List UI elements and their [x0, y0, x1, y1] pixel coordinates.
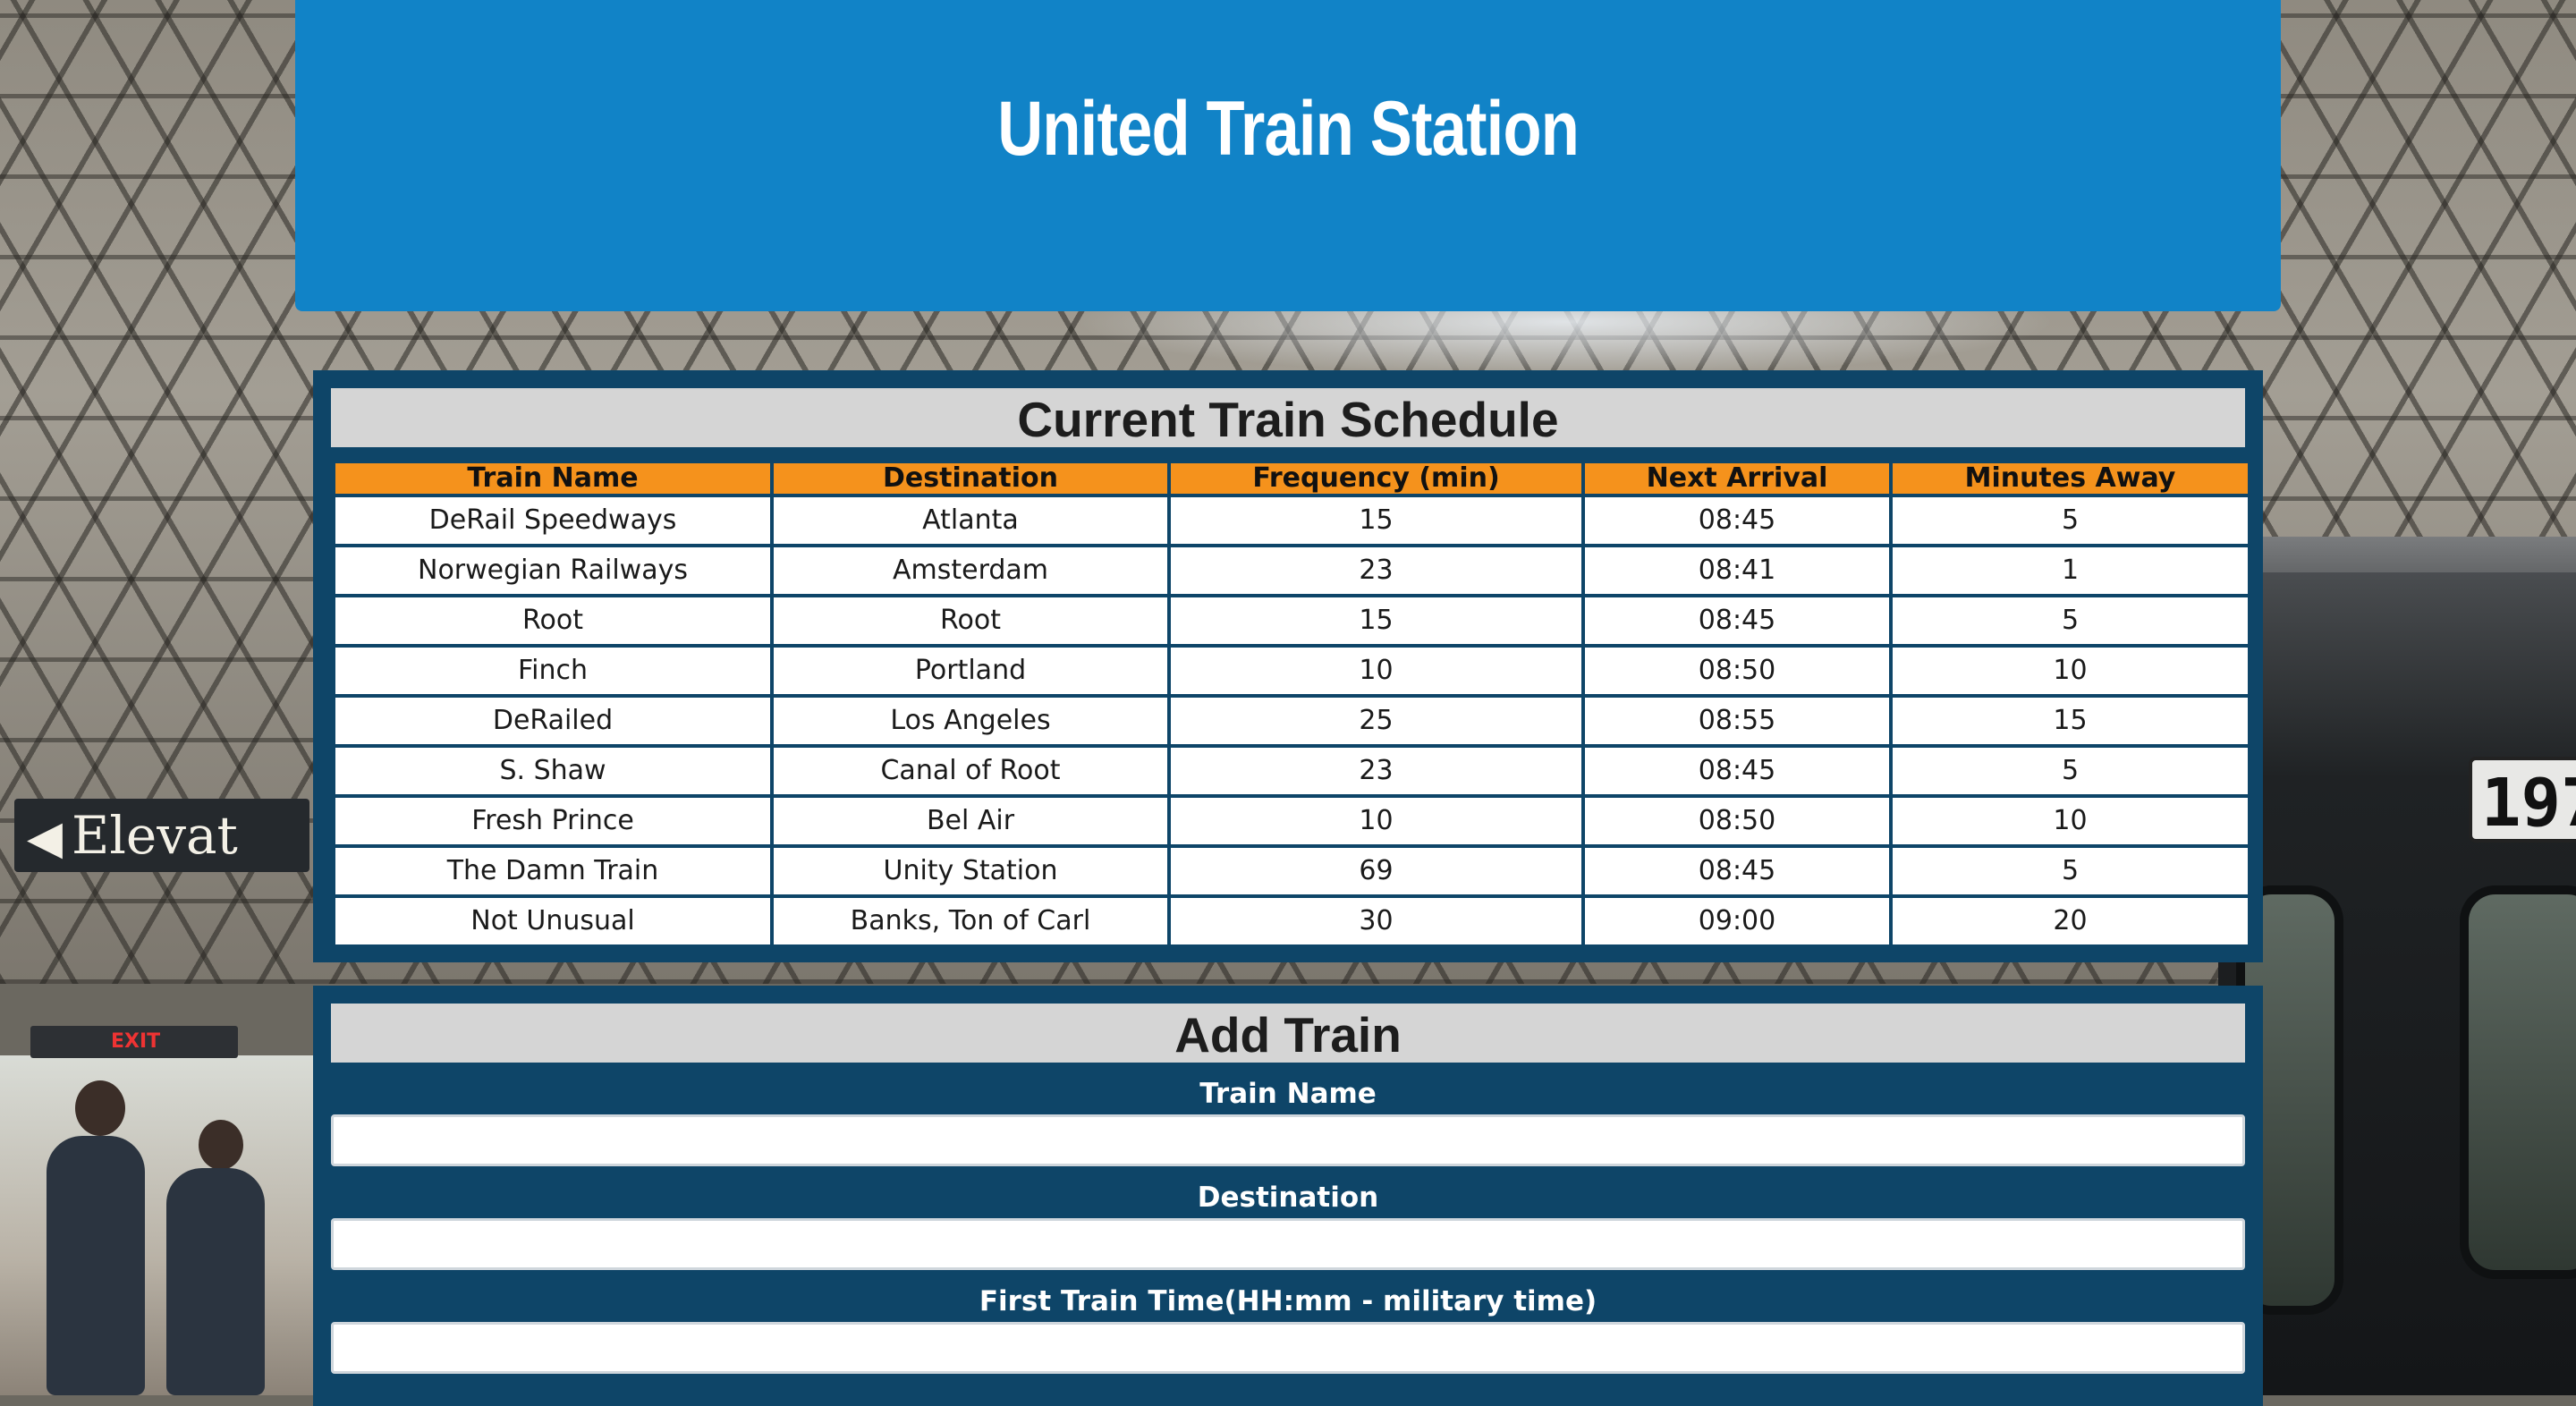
schedule-panel: Current Train Schedule Train Name Destin…: [313, 370, 2263, 962]
header-jumbotron: United Train Station: [295, 0, 2281, 311]
add-train-panel: Add Train Train Name Destination First T…: [313, 986, 2263, 1406]
next-arrival-cell: 08:45: [1581, 594, 1893, 648]
train-number-plate: 197: [2469, 757, 2576, 843]
destination-cell: Unity Station: [770, 844, 1171, 898]
page-title: United Train Station: [997, 85, 1579, 172]
minutes-away-cell: 5: [1889, 494, 2248, 547]
minutes-away-cell: 1: [1889, 544, 2248, 597]
elevator-sign: ◀ Elevat: [14, 799, 309, 872]
train-name-input[interactable]: [331, 1114, 2245, 1166]
column-header: Train Name: [335, 463, 774, 495]
first-train-time-input[interactable]: [331, 1322, 2245, 1374]
form-spacer: [331, 1270, 2245, 1281]
destination-cell: Root: [770, 594, 1171, 648]
column-header: Destination: [770, 463, 1171, 495]
next-arrival-cell: 08:50: [1581, 794, 1893, 848]
minutes-away-cell: 10: [1889, 794, 2248, 848]
frequency-cell: 23: [1167, 744, 1585, 798]
person-silhouette: [47, 1136, 145, 1395]
schedule-heading: Current Train Schedule: [331, 388, 2245, 447]
person-head: [199, 1120, 243, 1170]
table-row: Not Unusual Banks, Ton of Carl 30 09:00 …: [335, 894, 2248, 948]
exit-sign: EXIT: [30, 1026, 238, 1058]
frequency-cell: 15: [1167, 594, 1585, 648]
train-name-cell: Finch: [335, 644, 774, 698]
table-row: DeRailed Los Angeles 25 08:55 15: [335, 694, 2248, 748]
form-spacer: [331, 1166, 2245, 1177]
train-side-window: [2460, 885, 2576, 1279]
first-train-time-label: First Train Time(HH:mm - military time): [979, 1285, 1597, 1317]
destination-input[interactable]: [331, 1218, 2245, 1270]
table-row: The Damn Train Unity Station 69 08:45 5: [335, 844, 2248, 898]
column-header: Frequency (min): [1167, 463, 1585, 495]
next-arrival-cell: 08:45: [1581, 844, 1893, 898]
frequency-cell: 15: [1167, 494, 1585, 547]
frequency-cell: 10: [1167, 794, 1585, 848]
destination-cell: Banks, Ton of Carl: [770, 894, 1171, 948]
destination-cell: Atlanta: [770, 494, 1171, 547]
train-name-cell: Root: [335, 594, 774, 648]
column-header: Next Arrival: [1581, 463, 1893, 495]
person-silhouette: [166, 1168, 265, 1395]
next-arrival-cell: 08:45: [1581, 744, 1893, 798]
table-row: S. Shaw Canal of Root 23 08:45 5: [335, 744, 2248, 798]
next-arrival-cell: 08:55: [1581, 694, 1893, 748]
minutes-away-cell: 5: [1889, 744, 2248, 798]
frequency-cell: 69: [1167, 844, 1585, 898]
table-row: DeRail Speedways Atlanta 15 08:45 5: [335, 494, 2248, 547]
train-name-cell: DeRailed: [335, 694, 774, 748]
add-train-heading: Add Train: [331, 1004, 2245, 1063]
destination-cell: Los Angeles: [770, 694, 1171, 748]
destination-cell: Portland: [770, 644, 1171, 698]
minutes-away-cell: 10: [1889, 644, 2248, 698]
destination-cell: Bel Air: [770, 794, 1171, 848]
add-train-form: Train Name Destination First Train Time(…: [331, 1073, 2245, 1374]
train-name-cell: The Damn Train: [335, 844, 774, 898]
frequency-cell: 25: [1167, 694, 1585, 748]
minutes-away-cell: 5: [1889, 594, 2248, 648]
minutes-away-cell: 20: [1889, 894, 2248, 948]
table-row: Finch Portland 10 08:50 10: [335, 644, 2248, 698]
destination-cell: Canal of Root: [770, 744, 1171, 798]
train-name-cell: Fresh Prince: [335, 794, 774, 848]
table-row: Norwegian Railways Amsterdam 23 08:41 1: [335, 544, 2248, 597]
next-arrival-cell: 08:41: [1581, 544, 1893, 597]
minutes-away-cell: 5: [1889, 844, 2248, 898]
train-name-cell: DeRail Speedways: [335, 494, 774, 547]
table-row: Fresh Prince Bel Air 10 08:50 10: [335, 794, 2248, 848]
frequency-cell: 30: [1167, 894, 1585, 948]
destination-label: Destination: [1197, 1182, 1379, 1214]
next-arrival-cell: 09:00: [1581, 894, 1893, 948]
train-name-label: Train Name: [1199, 1078, 1377, 1110]
train-name-cell: Norwegian Railways: [335, 544, 774, 597]
column-header: Minutes Away: [1889, 463, 2248, 495]
elevator-sign-text: Elevat: [72, 805, 238, 866]
table-row: Root Root 15 08:45 5: [335, 594, 2248, 648]
train-name-cell: S. Shaw: [335, 744, 774, 798]
schedule-table: Train Name Destination Frequency (min) N…: [335, 463, 2248, 948]
next-arrival-cell: 08:50: [1581, 644, 1893, 698]
person-head: [75, 1080, 125, 1136]
table-header-row: Train Name Destination Frequency (min) N…: [335, 463, 2248, 495]
minutes-away-cell: 15: [1889, 694, 2248, 748]
destination-cell: Amsterdam: [770, 544, 1171, 597]
frequency-cell: 10: [1167, 644, 1585, 698]
frequency-cell: 23: [1167, 544, 1585, 597]
next-arrival-cell: 08:45: [1581, 494, 1893, 547]
train-name-cell: Not Unusual: [335, 894, 774, 948]
arrow-left-icon: ◀: [27, 811, 63, 865]
